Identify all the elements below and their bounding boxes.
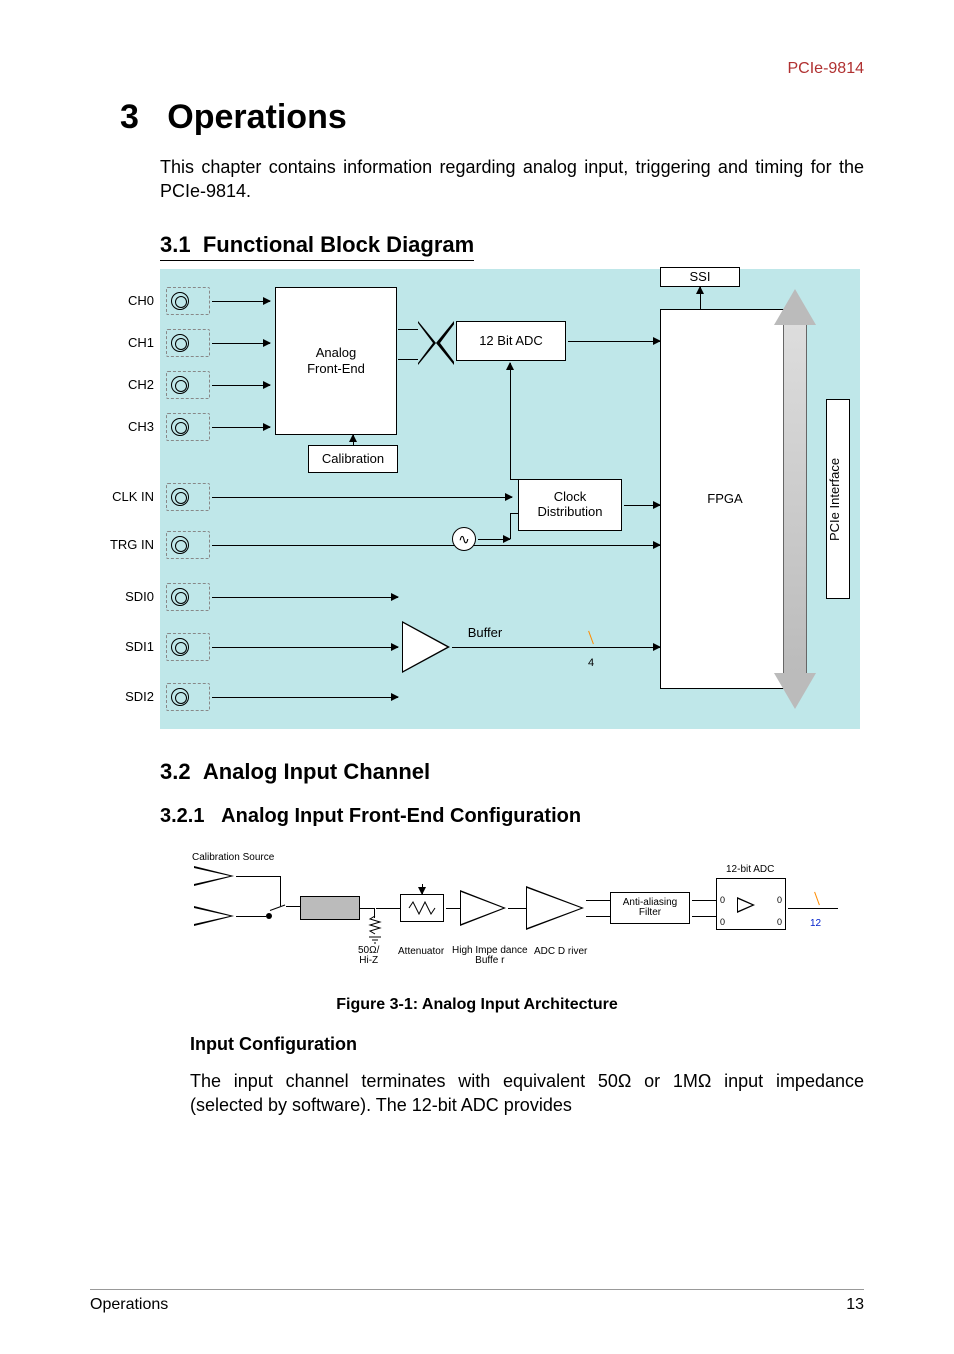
fpga-box: FPGA [660, 309, 790, 689]
functional-block-diagram: SSI CH0 CH1 CH2 CH3 CLK IN TRG IN SDI0 S… [160, 269, 860, 729]
adcdrv-label: ADC D river [534, 946, 587, 957]
footer-section: Operations [90, 1296, 168, 1314]
port-clkin: CLK IN [104, 489, 154, 504]
afe-box: Analog Front-End [275, 287, 397, 435]
port-ch1: CH1 [104, 335, 154, 350]
port-sdi0: SDI0 [104, 589, 154, 604]
section-3-1-title: 3.1 Functional Block Diagram [160, 232, 474, 261]
slash-count: 4 [588, 657, 594, 669]
port-trgin: TRG IN [104, 537, 154, 552]
figure-caption: Figure 3-1: Analog Input Architecture [90, 996, 864, 1014]
port-ch3: CH3 [104, 419, 154, 434]
conn-sdi2 [166, 683, 210, 711]
attenuator-label: Attenuator [398, 946, 444, 957]
chapter-title: 3 Operations [120, 98, 864, 137]
port-ch2: CH2 [104, 377, 154, 392]
intro-paragraph: This chapter contains information regard… [160, 155, 864, 204]
adc-box: 12 Bit ADC [456, 321, 566, 361]
input-config-heading: Input Configuration [190, 1034, 864, 1055]
calibration-box: Calibration [308, 445, 398, 473]
conn-sdi0 [166, 583, 210, 611]
resistor-icon [368, 916, 382, 936]
hibuf-label: High Impe dance Buffe r [452, 946, 528, 966]
section-3-2-1-title: 3.2.1 Analog Input Front-End Configurati… [160, 805, 864, 828]
buffer-amp-icon [402, 621, 450, 673]
port-ch0: CH0 [104, 293, 154, 308]
conn-ch3 [166, 413, 210, 441]
conn-sdi1 [166, 633, 210, 661]
conn-trgin [166, 531, 210, 559]
port-sdi1: SDI1 [104, 639, 154, 654]
conn-ch0 [166, 287, 210, 315]
clock-dist-box: Clock Distribution [518, 479, 622, 531]
cal-source-label: Calibration Source [192, 852, 274, 863]
bus-double-arrow-icon [774, 289, 816, 709]
page-footer: Operations 13 [90, 1289, 864, 1314]
ssi-box: SSI [660, 267, 740, 287]
filter-box: Anti-aliasing Filter [610, 892, 690, 924]
input-coupling-box [300, 896, 360, 920]
buffer-label: Buffer [450, 619, 520, 647]
adc-bits-label: 12-bit ADC [726, 864, 774, 875]
conn-ch2 [166, 371, 210, 399]
adc-box-d2: 0 0 0 0 [716, 878, 786, 930]
attenuator-box [400, 894, 444, 922]
port-sdi2: SDI2 [104, 689, 154, 704]
footer-page-number: 13 [846, 1296, 864, 1314]
conn-ch1 [166, 329, 210, 357]
bits-count: 12 [810, 918, 821, 929]
header-product: PCIe-9814 [90, 60, 864, 78]
analog-input-arch-diagram: Calibration Source 50Ω/ Hi-Z Attenuator … [160, 852, 860, 982]
impedance-label: 50Ω/ Hi-Z [358, 946, 379, 966]
input-config-body: The input channel terminates with equiva… [190, 1069, 864, 1118]
pcie-interface-box: PCIe Interface [826, 399, 850, 599]
section-3-2-title: 3.2 Analog Input Channel [160, 759, 864, 785]
conn-clkin [166, 483, 210, 511]
oscillator-icon: ∿ [452, 527, 476, 551]
